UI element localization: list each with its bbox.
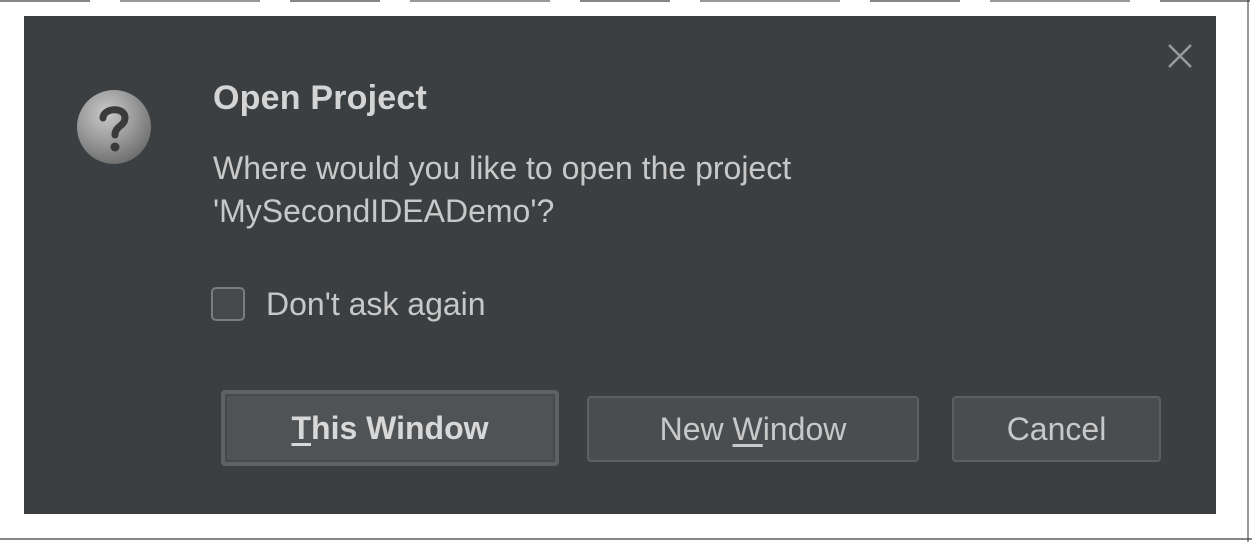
- frame-edge-right: [1247, 0, 1249, 542]
- close-button[interactable]: [1162, 38, 1198, 74]
- message-line-2: 'MySecondIDEADemo'?: [213, 193, 555, 229]
- dialog-title: Open Project: [213, 79, 428, 117]
- frame-edge-bottom: [0, 538, 1252, 540]
- this-window-label: his Window: [311, 409, 489, 446]
- dont-ask-again-checkbox[interactable]: [211, 287, 245, 321]
- open-project-dialog: Open Project Where would you like to ope…: [24, 16, 1216, 514]
- cancel-button[interactable]: Cancel: [952, 396, 1161, 462]
- message-line-1: Where would you like to open the project: [213, 150, 792, 186]
- new-window-prefix: New: [659, 410, 733, 447]
- dont-ask-again-label: Don't ask again: [266, 285, 486, 322]
- new-window-mnemonic: W: [732, 410, 763, 447]
- frame-edge-top: [0, 0, 1252, 2]
- this-window-button[interactable]: This Window: [221, 390, 559, 466]
- this-window-mnemonic: T: [291, 409, 312, 446]
- question-icon: [75, 88, 153, 166]
- dont-ask-again-option[interactable]: Don't ask again: [211, 284, 486, 324]
- new-window-label: indow: [762, 410, 847, 447]
- close-icon: [1168, 44, 1192, 68]
- dialog-message: Where would you like to open the project…: [213, 147, 973, 233]
- new-window-button[interactable]: New Window: [587, 396, 919, 462]
